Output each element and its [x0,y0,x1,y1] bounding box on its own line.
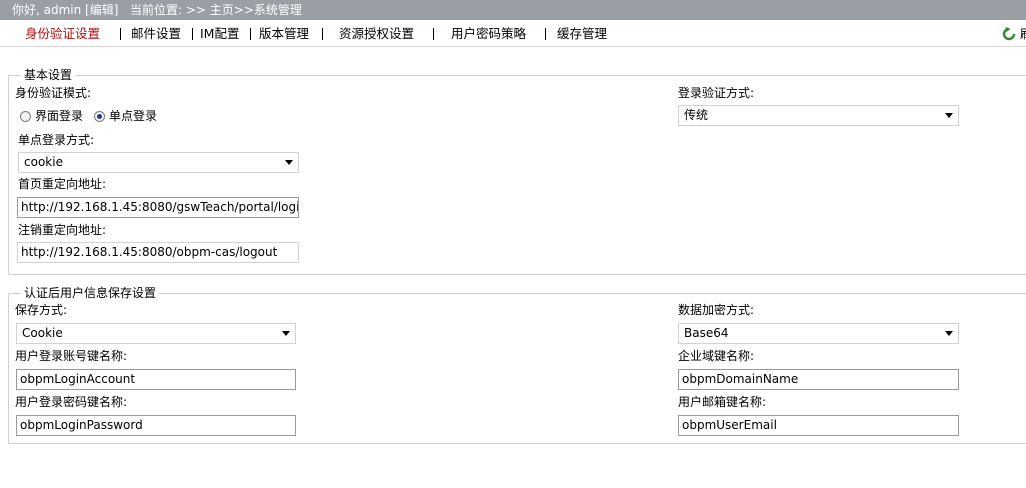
chevron-down-icon [945,331,953,336]
email-key-input[interactable]: obpmUserEmail [678,415,959,436]
tab-password-policy[interactable]: 用户密码策略 [451,22,526,46]
account-key-label: 用户登录账号键名称: [15,349,128,363]
tab-separator [192,28,193,40]
login-verify-value: 传统 [684,108,709,122]
logout-redirect-label: 注销重定向地址: [18,223,107,237]
encrypt-value: Base64 [684,326,729,340]
encrypt-select[interactable]: Base64 [678,323,959,344]
logout-redirect-input[interactable]: http://192.168.1.45:8080/obpm-cas/logout [17,242,299,263]
tab-resource-authorization[interactable]: 资源授权设置 [339,22,414,46]
save-mode-value: Cookie [22,326,63,340]
domain-key-input[interactable]: obpmDomainName [678,369,959,390]
sso-mode-label: 单点登录方式: [18,133,95,147]
home-redirect-input[interactable]: http://192.168.1.45:8080/gswTeach/portal… [17,197,299,218]
basic-settings-group: 基本设置 身份验证模式: 界面登录 单点登录 单点登录方式: cookie 首页… [8,67,1026,275]
home-redirect-label: 首页重定向地址: [18,177,107,191]
radio-ui-login[interactable] [20,111,31,122]
tab-separator [545,28,546,40]
save-mode-label: 保存方式: [15,303,68,317]
chevron-down-icon [282,331,290,336]
settings-tab-bar: 身份验证设置 邮件设置 IM配置 版本管理 资源授权设置 用户密码策略 缓存管理… [0,22,1026,47]
tab-separator [433,28,434,40]
radio-sso-login[interactable] [94,111,105,122]
email-key-label: 用户邮箱键名称: [678,395,767,409]
radio-ui-login-label[interactable]: 界面登录 [35,108,83,124]
tab-version-management[interactable]: 版本管理 [259,22,309,46]
encrypt-label: 数据加密方式: [678,303,755,317]
tab-separator [250,28,251,40]
radio-sso-login-label[interactable]: 单点登录 [109,108,157,124]
auth-mode-label: 身份验证模式: [15,86,92,100]
user-info-persist-legend: 认证后用户信息保存设置 [21,285,160,301]
refresh-label[interactable]: 刷 [1020,22,1026,46]
sso-mode-select[interactable]: cookie [18,152,299,173]
domain-key-label: 企业域键名称: [678,349,755,363]
user-info-persist-group: 认证后用户信息保存设置 保存方式: Cookie 用户登录账号键名称: obpm… [8,285,1026,444]
password-key-label: 用户登录密码键名称: [15,395,128,409]
tab-separator [120,28,121,40]
password-key-input[interactable]: obpmLoginPassword [16,415,296,436]
tab-cache-management[interactable]: 缓存管理 [557,22,607,46]
tab-auth-settings[interactable]: 身份验证设置 [25,22,100,46]
account-key-input[interactable]: obpmLoginAccount [16,369,296,390]
login-verify-select[interactable]: 传统 [678,105,959,126]
tab-mail-settings[interactable]: 邮件设置 [131,22,181,46]
refresh-icon[interactable] [1002,27,1016,41]
basic-settings-legend: 基本设置 [21,67,76,83]
tab-im-config[interactable]: IM配置 [200,22,239,46]
sso-mode-value: cookie [24,155,63,169]
chevron-down-icon [285,160,293,165]
login-verify-label: 登录验证方式: [678,86,755,100]
top-status-bar: 你好, admin [编辑] 当前位置: >> 主页>>系统管理 [0,0,1026,20]
tab-separator [322,28,323,40]
save-mode-select[interactable]: Cookie [16,323,296,344]
breadcrumb: 当前位置: >> 主页>>系统管理 [130,3,302,17]
chevron-down-icon [945,113,953,118]
user-greeting[interactable]: 你好, admin [编辑] [12,0,118,20]
